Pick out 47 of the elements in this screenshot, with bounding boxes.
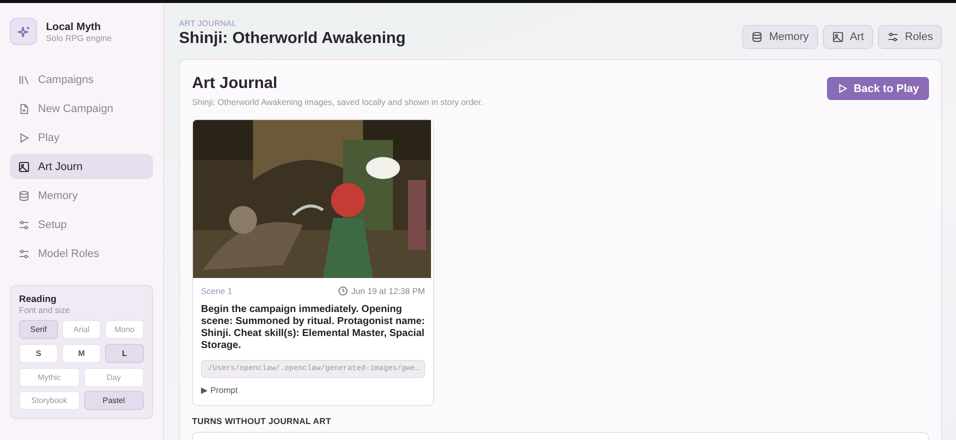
theme-option[interactable]: Mythic [19,368,80,387]
font-option[interactable]: Serif [19,320,58,339]
sliders-icon [18,218,30,230]
size-option[interactable]: M [62,344,101,363]
prompt-toggle[interactable]: ▶ Prompt [201,385,238,395]
app-tagline: Solo RPG engine [46,32,112,42]
page-title: Shinji: Otherworld Awakening [179,30,406,48]
page-eyebrow: ART JOURNAL [179,19,238,28]
scene-label: Scene 1 [201,286,232,296]
panel-subtitle: Shinji: Otherworld Awakening images, saved locally and shown in story order. [192,97,483,107]
database-icon [751,31,764,43]
sliders-icon [18,248,30,260]
play-icon [836,83,848,94]
file-plus-icon [18,102,30,114]
image-icon [18,160,30,172]
font-option[interactable]: Mono [105,320,144,339]
roles-button[interactable]: Roles [878,25,942,49]
clock-icon [338,286,348,296]
sparkle-logo-icon [10,18,37,45]
books-icon [18,74,30,86]
theme-option[interactable]: Day [84,368,144,387]
section-heading: TURNS WITHOUT JOURNAL ART [192,416,332,426]
theme-option[interactable]: Storybook [19,391,80,410]
timestamp: Jun 19 at 12:38 PM [338,286,425,296]
size-option[interactable]: L [105,344,144,363]
database-icon [18,190,30,202]
back-to-play-button[interactable]: Back to Play [826,77,929,100]
image-icon [832,31,844,43]
nav-item[interactable]: Campaigns [10,67,153,92]
nav-item[interactable]: Setup [10,212,153,237]
theme-option[interactable]: Pastel [84,391,144,410]
nav-item[interactable]: Model Roles [10,241,153,266]
memory-button[interactable]: Memory [742,25,818,49]
nav-item[interactable]: New Campaign [10,96,153,121]
reading-title: Reading [19,294,58,305]
size-option[interactable]: S [19,344,58,363]
nav-item[interactable]: Play [10,125,153,150]
reading-subtitle: Font and size [19,305,72,315]
sliders-icon [886,31,899,43]
prompt-text: Begin the campaign immediately. Opening scene: Summoned by ritual. Protagonist name: Shinji. Cheat skill(s): Elemental Master, Spacial Storage. [201,304,425,352]
art-button[interactable]: Art [822,25,873,49]
app-name: Local Myth [46,20,102,32]
font-option[interactable]: Arial [62,320,101,339]
nav-item[interactable]: Memory [10,183,153,208]
nav-item[interactable]: Art Journ [10,154,153,179]
panel-title: Art Journal [192,75,278,93]
play-icon [18,132,30,144]
